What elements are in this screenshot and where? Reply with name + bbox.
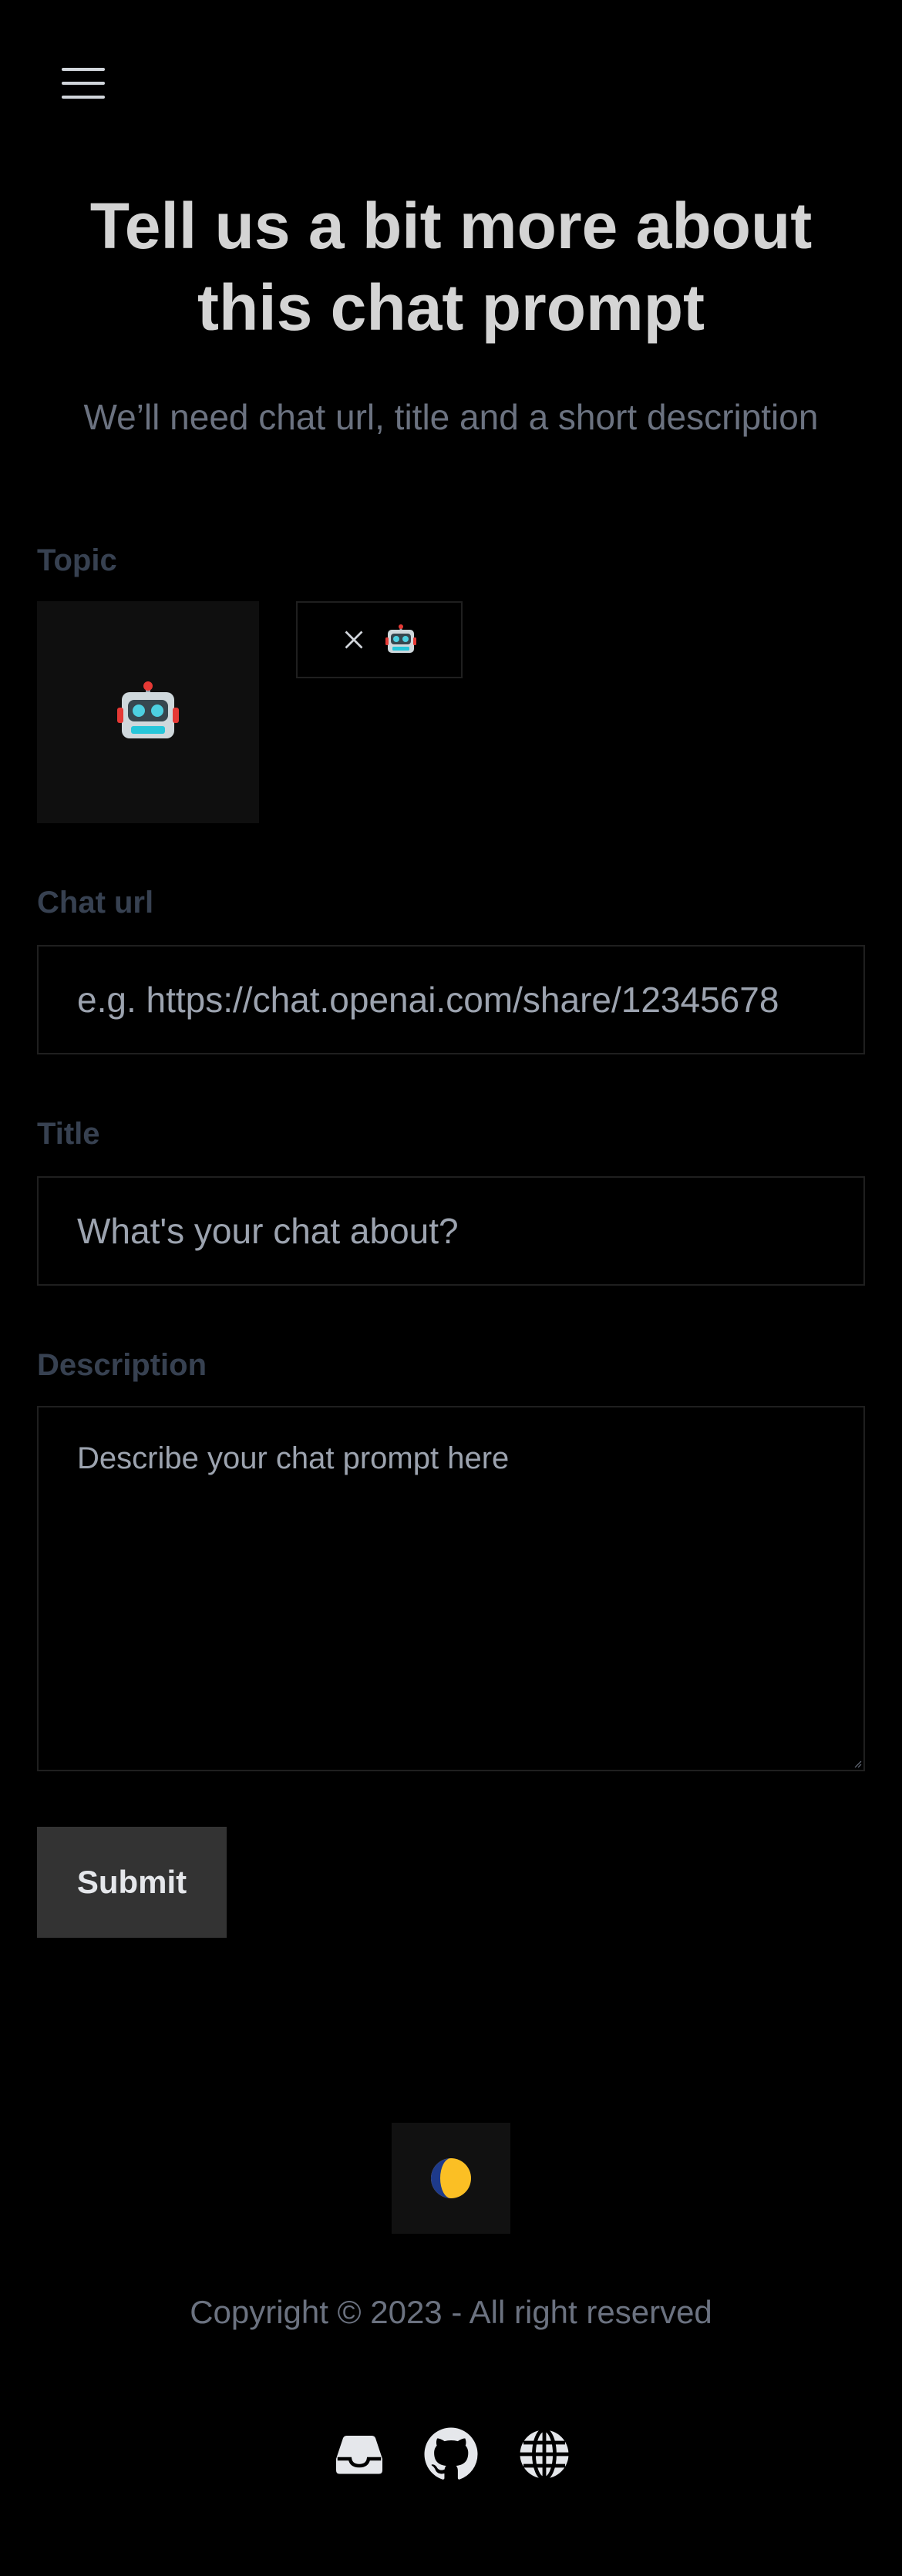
submit-button[interactable]: Submit bbox=[37, 1827, 227, 1938]
hamburger-menu-icon-bar bbox=[62, 82, 105, 85]
hamburger-menu-icon bbox=[62, 68, 105, 71]
topic-chip bbox=[296, 601, 463, 678]
description-label: Description bbox=[37, 1348, 207, 1382]
copyright-text: Copyright © 2023 - All right reserved bbox=[190, 2294, 712, 2330]
description-placeholder: Describe your chat prompt here bbox=[77, 1441, 510, 1475]
resize-handle-icon[interactable] bbox=[851, 1757, 862, 1768]
inbox-icon[interactable] bbox=[332, 2426, 387, 2482]
theme-toggle-button[interactable] bbox=[392, 2123, 510, 2234]
robot-emoji-icon bbox=[117, 681, 179, 738]
description-textarea[interactable]: Describe your chat prompt here bbox=[37, 1406, 865, 1771]
title-input[interactable]: What's your chat about? bbox=[37, 1176, 865, 1286]
topic-label: Topic bbox=[37, 543, 117, 577]
page-title-line-2: this chat prompt bbox=[197, 271, 705, 344]
title-label: Title bbox=[37, 1117, 100, 1151]
chat-url-input[interactable]: e.g. https://chat.openai.com/share/12345… bbox=[37, 945, 865, 1054]
topic-preview[interactable] bbox=[37, 601, 259, 823]
robot-emoji-icon bbox=[385, 624, 416, 653]
chat-url-label: Chat url bbox=[37, 886, 154, 920]
close-icon[interactable] bbox=[342, 628, 365, 651]
menu-button[interactable] bbox=[46, 54, 120, 113]
github-icon[interactable] bbox=[423, 2426, 479, 2482]
hamburger-menu-icon-bar bbox=[62, 96, 105, 99]
globe-icon[interactable] bbox=[517, 2426, 572, 2482]
page-subtitle: We’ll need chat url, title and a short d… bbox=[83, 397, 819, 437]
half-moon-icon bbox=[431, 2158, 471, 2198]
page-title-line-1: Tell us a bit more about bbox=[89, 190, 813, 262]
page-title: Tell us a bit more about this chat promp… bbox=[0, 185, 902, 348]
